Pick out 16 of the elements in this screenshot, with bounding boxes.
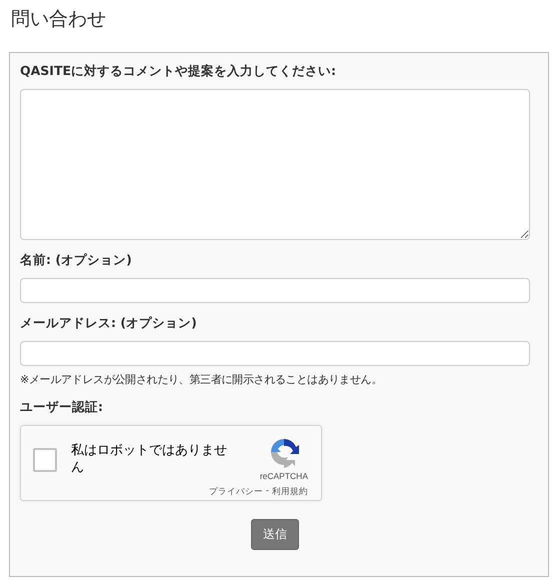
recaptcha-label: reCAPTCHA (260, 471, 308, 481)
page-title: 問い合わせ (11, 7, 107, 32)
captcha-text: 私はロボットではありません (71, 442, 228, 476)
link-separator: - (266, 486, 269, 498)
input-field[interactable] (20, 341, 530, 366)
field-label: メールアドレス: (オプション) (20, 315, 198, 332)
privacy-link[interactable]: プライバシー (208, 486, 263, 498)
input-field[interactable] (20, 278, 530, 303)
terms-link[interactable]: 利用規約 (272, 486, 308, 498)
field-label: 名前: (オプション) (20, 252, 133, 269)
privacy-note: ※メールアドレスが公開されたり、第三者に開示されることはありません。 (20, 372, 384, 387)
submit-button[interactable]: 送信 (251, 519, 299, 550)
comment-field[interactable] (20, 89, 530, 240)
captcha-checkbox[interactable] (33, 448, 57, 472)
field-label: ユーザー認証: (20, 399, 104, 416)
field-label: QASITEに対するコメントや提案を入力してください: (20, 63, 338, 80)
